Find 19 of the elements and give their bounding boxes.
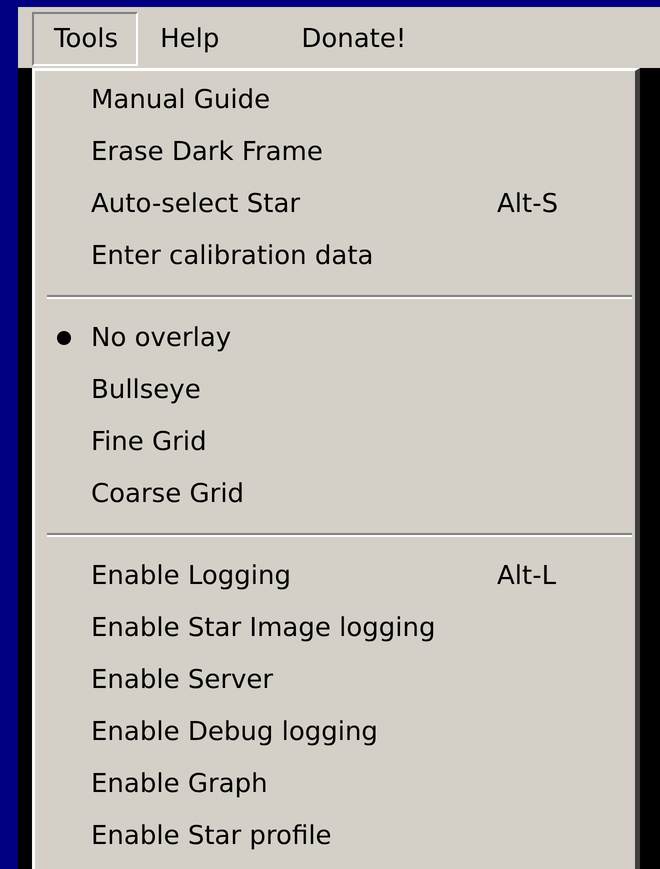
menu-item[interactable]: Bullseye — [35, 364, 635, 416]
shortcut-label: Alt-L — [497, 561, 556, 591]
menu-item[interactable]: Enable Star Image logging — [35, 602, 635, 654]
menu-item[interactable]: Erase Dark Frame — [35, 126, 635, 178]
menu-item[interactable]: Enter calibration data — [35, 230, 635, 282]
menu-item[interactable]: Enable Logging Alt-L — [35, 550, 635, 602]
menu-bar-item[interactable]: Tools — [32, 12, 138, 66]
shortcut-label: Alt-S — [497, 189, 558, 219]
menu-item[interactable]: Manual Guide — [35, 74, 635, 126]
menu-item[interactable]: No overlay — [35, 312, 635, 364]
menu-bar-item[interactable]: Donate! — [279, 12, 428, 66]
menu-item[interactable]: Enable Graph — [35, 758, 635, 810]
menu-item[interactable]: Auto-select Star Alt-S — [35, 178, 635, 230]
menu-item[interactable]: Coarse Grid — [35, 468, 635, 520]
menu-item[interactable]: Fine Grid — [35, 416, 635, 468]
menu-bar-item[interactable]: Help — [138, 12, 242, 66]
menu-item[interactable]: Enable Debug logging — [35, 706, 635, 758]
menu-item[interactable]: Enable Server — [35, 654, 635, 706]
menu-item[interactable]: Enable Star profile — [35, 810, 635, 862]
